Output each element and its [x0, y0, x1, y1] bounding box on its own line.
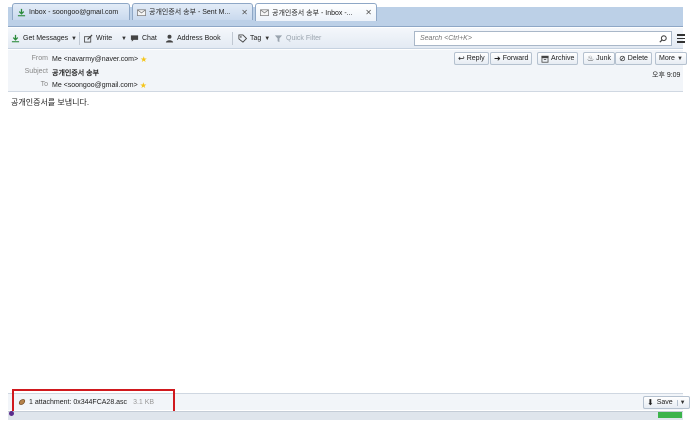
get-messages-button[interactable]: Get Messages — [11, 31, 68, 46]
chevron-down-icon: ▼ — [264, 35, 271, 42]
hamburger-icon — [677, 34, 685, 36]
archive-icon — [541, 55, 549, 63]
toolbar-divider — [232, 32, 233, 45]
activity-indicator — [658, 412, 682, 418]
more-button[interactable]: More ▼ — [655, 52, 687, 65]
star-icon[interactable]: ★ — [140, 81, 147, 90]
subject-label: Subject — [24, 68, 48, 75]
message-header: From Me <navarmy@naver.com> ★ Subject 공개… — [8, 50, 687, 92]
status-icon — [9, 411, 14, 416]
archive-button[interactable]: Archive — [537, 52, 579, 65]
chevron-down-icon: ▼ — [676, 55, 683, 62]
to-value[interactable]: Me <soongoo@gmail.com> — [52, 82, 138, 89]
quick-filter-label: Quick Filter — [286, 35, 322, 42]
tab-label: Inbox - soongoo@gmail.com — [29, 8, 119, 16]
download-icon — [11, 34, 20, 43]
delete-label: Delete — [627, 55, 648, 62]
close-icon[interactable]: ✕ — [365, 8, 372, 17]
get-messages-dropdown[interactable]: ▼ — [71, 31, 77, 46]
contact-icon — [165, 34, 174, 43]
tab-label: 공개인증서 송부 - Inbox -... — [272, 9, 353, 17]
toolbar: Get Messages ▼ Write ▼ Chat Address Book — [8, 28, 685, 49]
junk-label: Junk — [596, 55, 611, 62]
from-row: Me <navarmy@naver.com> ★ — [52, 55, 147, 64]
write-dropdown[interactable]: ▼ — [121, 31, 127, 46]
address-book-label: Address Book — [177, 35, 221, 42]
from-value[interactable]: Me <navarmy@naver.com> — [52, 56, 138, 63]
chevron-down-icon: ▼ — [121, 35, 127, 42]
toolbar-divider — [79, 32, 80, 45]
envelope-icon — [260, 9, 269, 17]
message-time: 오후 9:09 — [652, 72, 681, 79]
from-label: From — [31, 55, 48, 62]
archive-label: Archive — [551, 55, 575, 62]
junk-button[interactable]: ♨ Junk — [583, 52, 615, 65]
write-button[interactable]: Write — [84, 31, 112, 46]
tab-sent-message[interactable]: 공개인증서 송부 - Sent M... ✕ — [132, 3, 253, 20]
save-label: Save — [656, 399, 673, 406]
address-book-button[interactable]: Address Book — [165, 31, 221, 46]
chat-label: Chat — [142, 35, 157, 42]
search-field[interactable] — [414, 31, 672, 46]
message-body: 공개인증서를 보냅니다. — [11, 98, 90, 107]
chat-button[interactable]: Chat — [130, 31, 157, 46]
envelope-icon — [137, 8, 146, 16]
delete-button[interactable]: ⊘ Delete — [615, 52, 652, 65]
download-icon: ⬇ — [647, 398, 654, 407]
to-label: To — [40, 81, 48, 88]
status-bar — [8, 411, 683, 420]
get-messages-label: Get Messages — [23, 35, 69, 42]
search-input[interactable] — [420, 35, 650, 42]
star-icon[interactable]: ★ — [140, 55, 147, 64]
more-label: More — [659, 55, 675, 62]
pencil-icon — [84, 34, 93, 43]
write-label: Write — [96, 35, 113, 42]
quick-filter-button[interactable]: Quick Filter — [274, 31, 321, 46]
tag-label: Tag — [250, 35, 262, 42]
tag-icon — [238, 34, 247, 43]
filter-icon — [274, 35, 283, 43]
forward-label: Forward — [502, 55, 529, 62]
forward-arrow-icon: ➜ — [494, 54, 501, 63]
save-attachment-button[interactable]: ⬇ Save ▼ — [643, 396, 690, 409]
download-icon — [17, 8, 26, 16]
reply-label: Reply — [466, 55, 485, 62]
reply-button[interactable]: ↩ Reply — [454, 52, 489, 65]
flame-icon: ♨ — [587, 54, 595, 63]
no-entry-icon: ⊘ — [619, 54, 626, 63]
app-menu-button[interactable] — [674, 31, 688, 46]
to-row: Me <soongoo@gmail.com> ★ — [52, 81, 147, 90]
tag-button[interactable]: Tag ▼ — [238, 31, 270, 46]
tab-inbox[interactable]: Inbox - soongoo@gmail.com — [12, 3, 130, 20]
chat-bubble-icon — [130, 35, 139, 42]
forward-button[interactable]: ➜ Forward — [490, 52, 533, 65]
tab-label: 공개인증서 송부 - Sent M... — [149, 9, 231, 16]
reply-arrow-icon: ↩ — [458, 54, 465, 63]
close-icon[interactable]: ✕ — [241, 8, 248, 17]
search-icon[interactable] — [659, 35, 667, 43]
tab-inbox-message[interactable]: 공개인증서 송부 - Inbox -... ✕ — [255, 3, 377, 21]
chevron-down-icon[interactable]: ▼ — [676, 399, 686, 406]
subject-value: 공개인증서 송부 — [52, 70, 100, 77]
chevron-down-icon: ▼ — [71, 35, 77, 42]
